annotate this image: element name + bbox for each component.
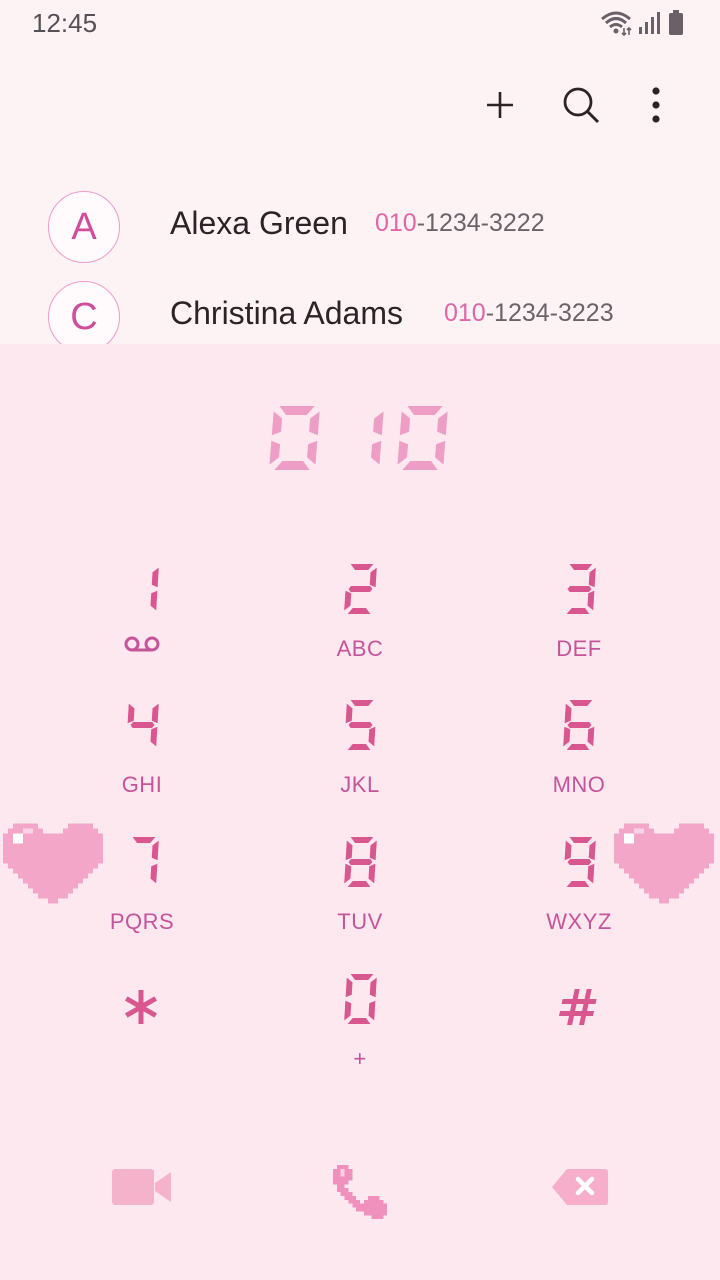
key-6[interactable]: 6 MNO <box>479 688 679 808</box>
status-bar: 12:45 <box>0 0 720 50</box>
key-letters: DEF <box>556 636 602 661</box>
call-button[interactable] <box>320 1152 400 1232</box>
contact-name: Christina Adams <box>170 295 403 331</box>
key-7[interactable]: 7 PQRS <box>42 825 242 945</box>
key-9[interactable]: 9 WXYZ <box>479 825 679 945</box>
key-5[interactable]: 5 JKL <box>260 688 460 808</box>
avatar: A <box>48 191 120 263</box>
key-2[interactable]: 2 ABC <box>260 552 460 672</box>
more-vertical-icon <box>652 87 660 123</box>
key-digit: 5 <box>260 688 460 768</box>
digit-glyph <box>566 564 596 614</box>
digit-glyph <box>558 989 597 1025</box>
dialed-number: 010 <box>269 406 448 470</box>
key-star[interactable]: * <box>42 962 242 1082</box>
key-8[interactable]: 8 TUV <box>260 825 460 945</box>
key-1[interactable]: 1 <box>42 552 242 672</box>
number-rest: -1234-3223 <box>485 299 614 327</box>
key-digit: * <box>42 962 242 1042</box>
contact-number: 010-1234-3222 <box>375 209 545 238</box>
dialed-number-display[interactable]: 010 <box>0 380 720 500</box>
key-letters: ABC <box>336 636 384 661</box>
key-digit: 8 <box>260 825 460 905</box>
key-letters: TUV <box>337 909 383 934</box>
digit-glyph <box>127 703 159 747</box>
number-rest: -1234-3222 <box>416 209 545 237</box>
digit-glyph <box>132 837 159 884</box>
digit-glyph <box>344 564 377 614</box>
key-digit: 2 <box>260 552 460 632</box>
add-contact-button[interactable] <box>470 70 530 140</box>
key-letters: GHI <box>121 772 163 797</box>
digit-glyph <box>564 837 596 887</box>
dial-panel: 010 12 ABC 3 DEF 4 GHI 5 JKL 6 MNO 7 PQRS 8 TUV 9 WXYZ *… <box>0 344 720 1280</box>
toolbar <box>0 70 720 140</box>
digit-glyph <box>150 567 159 611</box>
key-letters: WXYZ <box>546 909 612 934</box>
key-letters: PQRS <box>109 909 175 934</box>
digit-glyph <box>345 700 376 750</box>
key-digit: 6 <box>479 688 679 768</box>
status-icons <box>600 10 684 36</box>
contact-number: 010-1234-3223 <box>444 299 614 328</box>
contact-suggestion[interactable]: A Alexa Green 010-1234-3222 <box>0 191 720 277</box>
key-4[interactable]: 4 GHI <box>42 688 242 808</box>
key-digit: 0 <box>260 962 460 1042</box>
status-time: 12:45 <box>32 8 98 38</box>
contact-name: Alexa Green <box>170 205 348 241</box>
battery-icon <box>669 10 683 35</box>
video-call-button[interactable] <box>100 1152 184 1222</box>
key-hash[interactable]: # <box>479 962 679 1082</box>
key-3[interactable]: 3 DEF <box>479 552 679 672</box>
search-icon <box>563 87 600 124</box>
key-0[interactable]: 0+ <box>260 962 460 1082</box>
digit-glyph <box>125 990 157 1024</box>
key-digit: 9 <box>479 825 679 905</box>
key-digit: # <box>479 962 679 1042</box>
more-options-button[interactable] <box>626 70 686 140</box>
voicemail-icon <box>42 634 242 660</box>
key-letters: + <box>353 1046 367 1071</box>
digit-glyph <box>344 837 377 887</box>
key-digit: 4 <box>42 688 242 768</box>
backspace-button[interactable] <box>540 1152 620 1222</box>
key-letters: JKL <box>340 772 380 797</box>
digit-glyph <box>344 974 377 1024</box>
wifi-icon <box>601 11 632 36</box>
digit-glyph <box>563 700 595 750</box>
backspace-icon <box>552 1169 608 1205</box>
plus-icon <box>487 92 513 118</box>
number-match: 010 <box>375 209 417 237</box>
video-camera-icon <box>112 1169 171 1205</box>
key-digit: 3 <box>479 552 679 632</box>
key-digit: 1 <box>42 552 242 632</box>
number-match: 010 <box>444 299 486 327</box>
search-button[interactable] <box>551 70 611 140</box>
phone-icon <box>332 1164 388 1220</box>
key-letters: MNO <box>552 772 606 797</box>
key-digit: 7 <box>42 825 242 905</box>
avatar: C <box>48 281 120 353</box>
signal-icon <box>639 12 660 34</box>
